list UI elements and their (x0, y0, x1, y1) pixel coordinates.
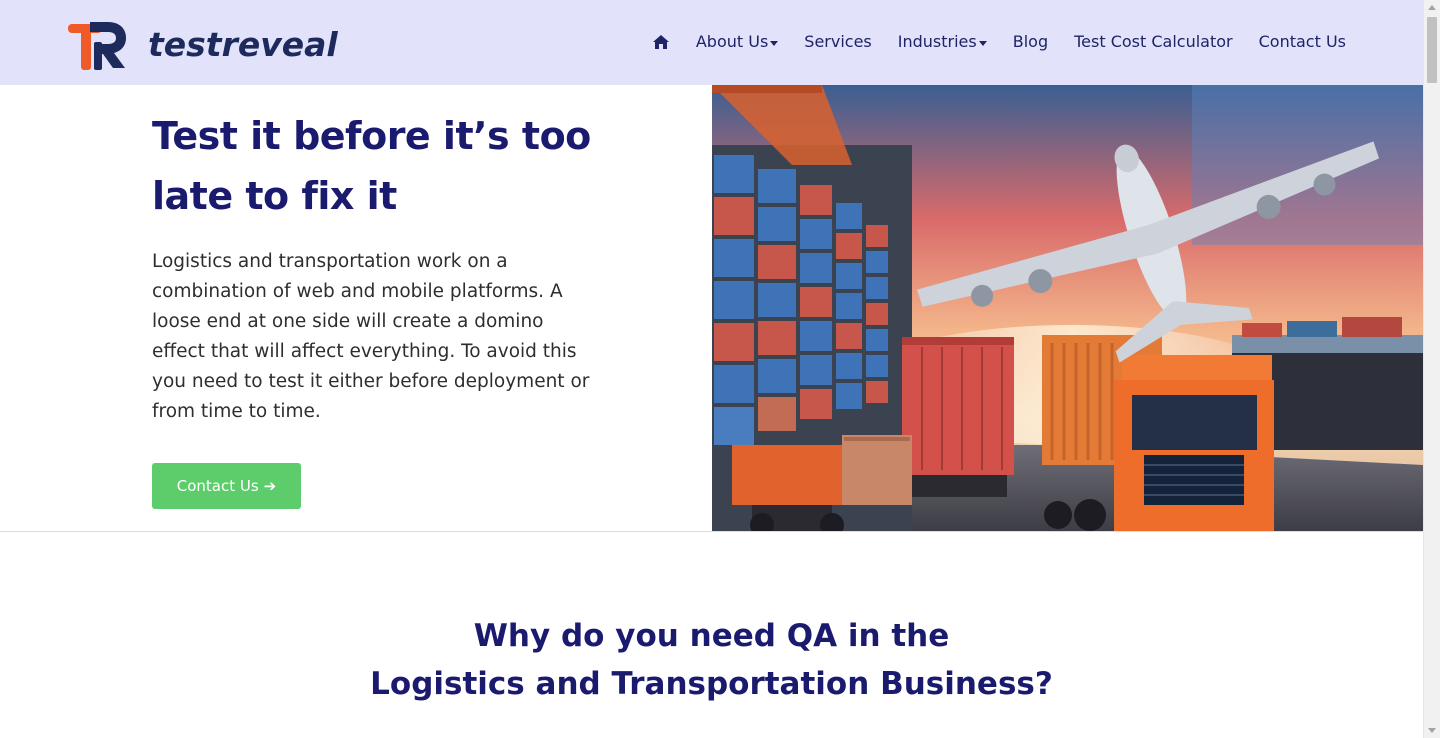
vertical-scrollbar[interactable] (1423, 0, 1440, 738)
nav-blog[interactable]: Blog (1013, 34, 1048, 50)
page: testreveal About Us Services Industries … (0, 0, 1440, 738)
why-qa-heading-line2: Logistics and Transportation Business? (370, 666, 1053, 702)
nav-industries[interactable]: Industries (898, 34, 987, 50)
why-qa-heading: Why do you need QA in the Logistics and … (0, 612, 1423, 708)
home-icon (652, 35, 669, 49)
nav-home[interactable] (652, 34, 670, 50)
scroll-down-icon[interactable] (1428, 728, 1436, 733)
nav-contact-us[interactable]: Contact Us (1259, 34, 1346, 50)
scroll-up-icon[interactable] (1428, 5, 1436, 10)
nav-industries-label: Industries (897, 32, 977, 51)
hero-title: Test it before it’s too late to fix it (152, 114, 591, 218)
site-header: testreveal About Us Services Industries … (0, 0, 1423, 85)
arrow-right-icon: ➔ (263, 477, 277, 495)
nav-services[interactable]: Services (804, 34, 871, 50)
caret-down-icon (770, 40, 779, 46)
logo-wordmark: testreveal (148, 24, 338, 64)
logistics-illustration (712, 85, 1423, 531)
hero-description: Logistics and transportation work on a c… (152, 251, 590, 422)
main-nav: About Us Services Industries Blog Test C… (652, 28, 1346, 56)
nav-blog-label: Blog (1012, 32, 1049, 51)
nav-services-label: Services (804, 32, 872, 51)
scrollbar-thumb[interactable] (1427, 17, 1437, 83)
nav-test-cost-calculator-label: Test Cost Calculator (1074, 32, 1233, 51)
caret-down-icon (978, 40, 987, 46)
logo-mark-icon (68, 22, 126, 70)
hero-image (712, 85, 1423, 531)
nav-about-us[interactable]: About Us (695, 32, 779, 51)
nav-contact-us-label: Contact Us (1258, 32, 1346, 51)
section-divider (0, 531, 1423, 532)
contact-us-button[interactable]: Contact Us ➔ (152, 463, 301, 509)
contact-us-button-label: Contact Us (176, 477, 259, 495)
nav-about-us-label: About Us (695, 32, 769, 51)
logo[interactable]: testreveal (64, 16, 338, 72)
nav-test-cost-calculator[interactable]: Test Cost Calculator (1074, 34, 1233, 50)
why-qa-heading-line1: Why do you need QA in the (473, 618, 950, 654)
